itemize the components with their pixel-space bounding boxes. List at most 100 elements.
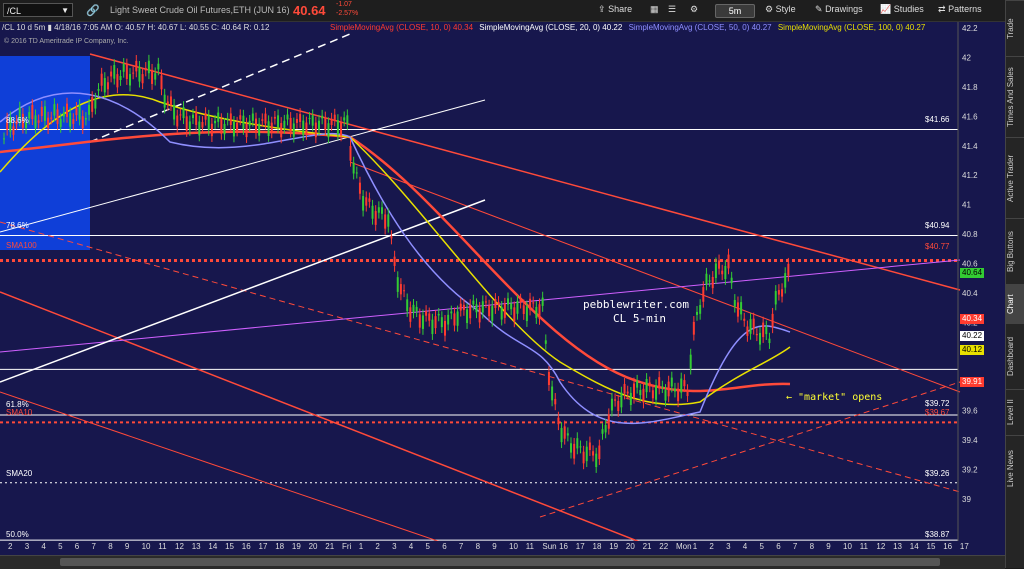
study-sma10[interactable]: SimpleMovingAvg (CLOSE, 10, 0) 40.34 [330, 23, 473, 32]
rail-tab-level-ii[interactable]: Level II [1006, 389, 1024, 435]
rail-tab-dashboard[interactable]: Dashboard [1006, 323, 1024, 389]
price-candle [554, 398, 557, 405]
fib-50-label: 50.0% [6, 530, 29, 539]
price-candle [100, 73, 103, 86]
price-candle [686, 390, 689, 397]
price-candle [160, 75, 163, 90]
symbol-text: /CL [7, 6, 22, 16]
price-candle [721, 270, 724, 275]
price-candle [81, 116, 84, 129]
sma100-label: SMA100 [6, 241, 37, 250]
rail-tab-chart[interactable]: Chart [1006, 284, 1024, 323]
settings-icon[interactable]: ⚙ [690, 4, 698, 15]
time-tick-label: 14 [208, 542, 218, 551]
price-candle [626, 391, 629, 394]
price-candle [374, 211, 377, 225]
price-candle [406, 299, 409, 311]
price-candle [255, 118, 257, 133]
rail-tab-big-buttons[interactable]: Big Buttons [1006, 218, 1024, 284]
chart-icon: 📈 [880, 4, 892, 14]
price-candle [563, 426, 566, 439]
last-price: 40.64 [293, 3, 326, 18]
time-tick-label: 15 [926, 542, 936, 551]
price-candle [629, 392, 632, 406]
level-38-87: $38.87 [925, 530, 950, 539]
price-candle [585, 446, 588, 462]
price-candle [371, 205, 374, 219]
price-candle [636, 380, 639, 388]
time-tick-label: 18 [592, 542, 602, 551]
study-sma20[interactable]: SimpleMovingAvg (CLOSE, 20, 0) 40.22 [479, 23, 622, 32]
price-candle [456, 311, 459, 326]
style-button[interactable]: ⚙ Style [765, 4, 796, 15]
rail-tab-times-and-sales[interactable]: Times And Sales [1006, 56, 1024, 137]
price-candle [651, 390, 654, 399]
chart-scrollbar[interactable] [0, 555, 1005, 569]
trend-line [89, 33, 351, 143]
price-candle [299, 114, 302, 122]
scroll-thumb[interactable] [60, 558, 940, 566]
patterns-button[interactable]: ⇄ Patterns [938, 4, 982, 15]
price-candle [53, 104, 56, 116]
study-sma100[interactable]: SimpleMovingAvg (CLOSE, 100, 0) 40.27 [778, 23, 925, 32]
price-candle [154, 73, 157, 80]
price-candle [614, 399, 617, 401]
price-candle [724, 265, 727, 280]
price-candle [207, 115, 210, 130]
share-button[interactable]: ⇪ Share [598, 4, 632, 15]
price-candle [604, 425, 607, 433]
menu-icon[interactable]: ☰ [668, 4, 676, 15]
product-name: Light Sweet Crude Oil Futures,ETH (JUN 1… [110, 5, 290, 15]
time-tick-label: 3 [24, 542, 30, 551]
chart-area[interactable]: 42.24241.841.641.441.24140.840.640.440.2… [0, 22, 1005, 568]
price-candle [75, 107, 78, 116]
trend-line [0, 391, 440, 541]
price-tick-label: 40.8 [962, 230, 978, 239]
price-candle [714, 263, 717, 279]
price-candle [781, 289, 784, 297]
price-candle [349, 146, 352, 161]
time-tick-label: 21 [325, 542, 335, 551]
rail-tab-active-trader[interactable]: Active Trader [1006, 137, 1024, 218]
rail-tab-trade[interactable]: Trade [1006, 0, 1024, 56]
price-candle [787, 263, 790, 276]
study-sma50[interactable]: SimpleMovingAvg (CLOSE, 50, 0) 40.27 [629, 23, 772, 32]
share-label: Share [608, 4, 633, 14]
patterns-label: Patterns [948, 4, 982, 14]
rail-tab-live-news[interactable]: Live News [1006, 435, 1024, 501]
trend-line [539, 381, 961, 518]
fib-78-6-label: 78.6% [6, 221, 29, 230]
price-candle [598, 445, 601, 460]
price-candle [573, 443, 576, 459]
time-tick-label: 12 [876, 542, 886, 551]
price-candle [270, 122, 273, 133]
interval-button[interactable]: 5m [715, 4, 755, 18]
price-candle [544, 340, 547, 344]
symbol-selector[interactable]: /CL ▼ [3, 3, 73, 17]
link-icon[interactable]: 🔗 [86, 4, 100, 17]
price-candle [730, 277, 733, 284]
studies-button[interactable]: 📈 Studies [880, 4, 924, 15]
grid-icon[interactable]: ▦ [650, 4, 659, 15]
price-candle [56, 109, 59, 124]
price-candle [381, 207, 383, 214]
price-candle [220, 119, 223, 134]
price-candle [421, 315, 424, 329]
price-candle [59, 119, 62, 127]
price-candle [746, 326, 749, 336]
price-candle [308, 117, 311, 119]
drawings-button[interactable]: ✎ Drawings [815, 4, 863, 15]
price-tick-label: 39.6 [962, 407, 978, 416]
price-candle [132, 72, 135, 74]
price-chart[interactable]: 42.24241.841.641.441.24140.840.640.440.2… [0, 22, 1005, 541]
price-candle [582, 451, 585, 464]
price-candle [503, 303, 506, 318]
price-candle [774, 290, 777, 305]
price-candle [377, 207, 380, 213]
pattern-icon: ⇄ [938, 4, 946, 14]
price-candle [538, 304, 541, 319]
time-tick-label: 9 [492, 542, 497, 551]
price-candle [522, 305, 525, 315]
sma100-badge: 40.12 [960, 345, 985, 355]
fib-88-6-label: 88.6% [6, 116, 29, 125]
